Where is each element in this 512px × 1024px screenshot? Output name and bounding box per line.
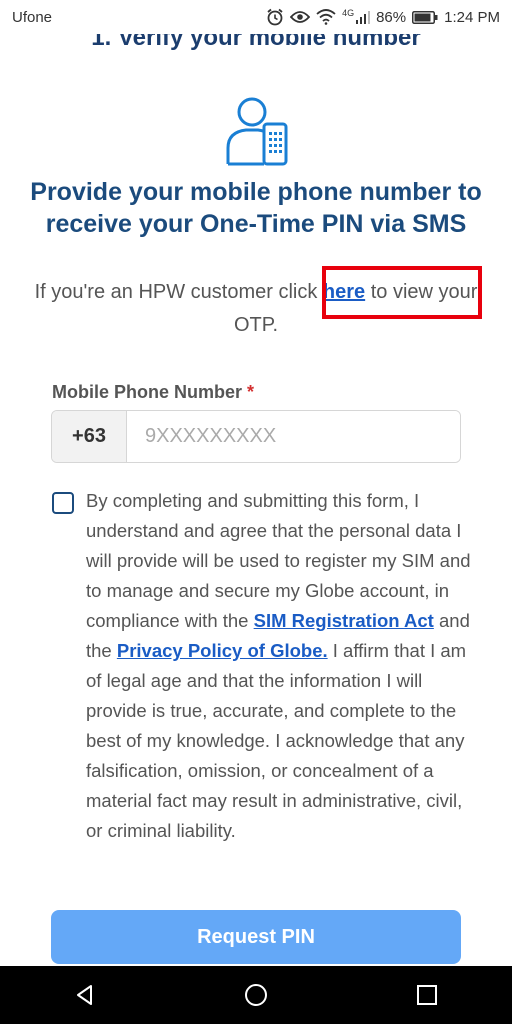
consent-checkbox[interactable] — [52, 492, 74, 514]
battery-icon — [412, 10, 438, 24]
hpw-prefix: If you're an HPW customer click — [34, 281, 323, 303]
wifi-icon — [316, 9, 336, 25]
home-icon — [244, 984, 267, 1006]
status-bar: Ufone 4G 86% 1:24 PM — [0, 0, 512, 34]
back-button[interactable] — [55, 966, 115, 1024]
highlight-annotation — [322, 266, 482, 319]
status-icons: 4G 86% 1:24 PM — [266, 8, 500, 26]
user-phone-icon — [226, 97, 288, 166]
signal-icon — [356, 11, 371, 24]
carrier-name: Ufone — [12, 8, 53, 26]
battery-percent: 86% — [376, 8, 407, 26]
consent-text: By completing and submitting this form, … — [86, 486, 472, 846]
headline: Provide your mobile phone number to rece… — [30, 178, 482, 238]
mobile-number-field: +63 — [51, 410, 461, 463]
network-type: 4G — [342, 8, 355, 18]
clock: 1:24 PM — [444, 8, 500, 26]
mobile-number-input[interactable] — [127, 411, 460, 462]
mobile-number-label: Mobile Phone Number * — [52, 382, 254, 403]
sim-registration-act-link[interactable]: SIM Registration Act — [254, 610, 434, 631]
request-pin-button[interactable]: Request PIN — [51, 910, 461, 964]
back-icon — [77, 985, 93, 1005]
consent-text-3: I affirm that I am of legal age and that… — [86, 640, 467, 841]
recents-icon — [416, 985, 437, 1005]
required-mark: * — [247, 382, 255, 402]
privacy-policy-link[interactable]: Privacy Policy of Globe. — [117, 640, 328, 661]
main-content: 1. Verify your mobile number Provide you… — [0, 0, 512, 966]
navigation-bar — [0, 966, 512, 1024]
alarm-icon — [267, 8, 283, 26]
recents-button[interactable] — [397, 966, 457, 1024]
country-code-prefix: +63 — [52, 411, 127, 462]
mobile-number-label-text: Mobile Phone Number — [52, 382, 243, 402]
eye-icon — [290, 11, 311, 23]
home-button[interactable] — [226, 966, 286, 1024]
